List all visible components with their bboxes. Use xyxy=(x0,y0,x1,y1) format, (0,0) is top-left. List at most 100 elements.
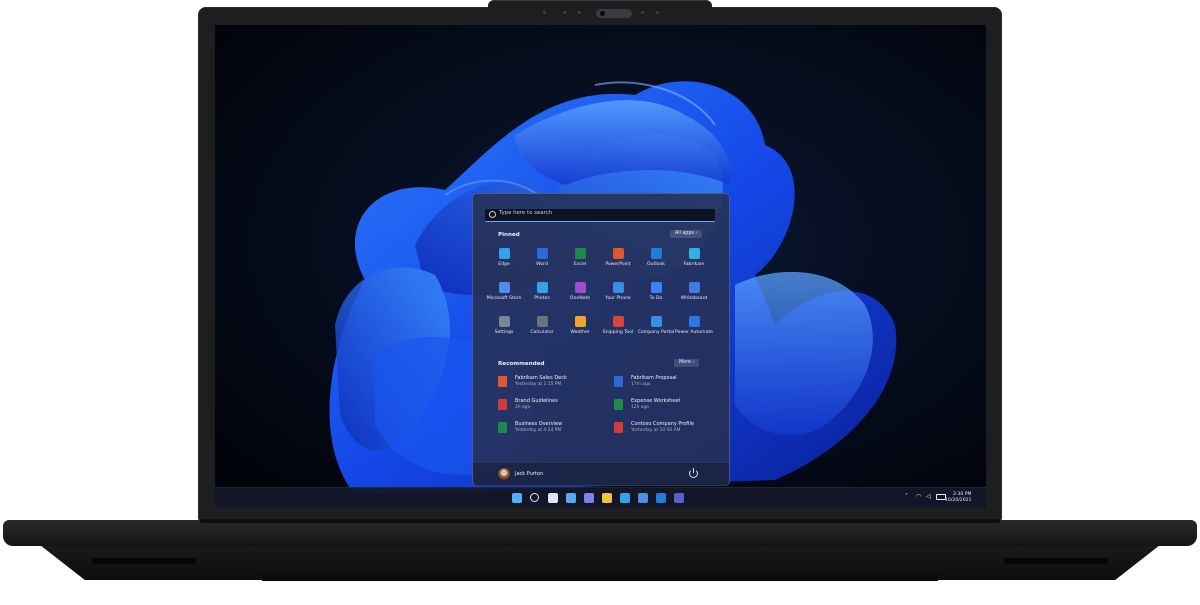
start-search-input[interactable]: Type here to search xyxy=(485,209,715,222)
user-name[interactable]: Jack Purton xyxy=(515,471,543,477)
sensor-dot xyxy=(563,11,566,14)
recommended-file-name: Business Overview xyxy=(515,421,563,427)
laptop-front-edge xyxy=(262,575,938,581)
todo-icon xyxy=(650,282,662,293)
laptop-hinge xyxy=(200,519,1000,523)
pinned-app-settings[interactable]: Settings xyxy=(485,314,523,342)
pinned-app-label: Company Portal xyxy=(637,330,675,335)
teams-chat-icon[interactable] xyxy=(584,493,594,503)
pinned-app-calculator[interactable]: Calculator xyxy=(523,314,561,342)
taskbar-clock[interactable]: 2:30 PM 10/20/2021 xyxy=(945,492,971,504)
user-avatar[interactable] xyxy=(498,468,510,480)
settings-icon xyxy=(498,316,510,327)
pinned-app-weather[interactable]: Weather xyxy=(561,314,599,342)
powerpoint-file-icon xyxy=(498,376,507,387)
recommended-file-time: Yesterday at 10:50 AM xyxy=(631,428,681,433)
pinned-app-edge[interactable]: Edge xyxy=(485,246,523,274)
store-icon[interactable] xyxy=(638,493,648,503)
sensor-dot xyxy=(641,11,644,14)
all-apps-label: All apps xyxy=(675,231,695,236)
windows-start-icon[interactable] xyxy=(512,493,522,503)
chevron-up-icon[interactable]: ˄ xyxy=(905,493,908,500)
volume-icon[interactable]: ◁ xyxy=(926,493,931,500)
user-bar: Jack Purton xyxy=(473,462,729,486)
more-button[interactable]: More › xyxy=(674,359,700,367)
outlook-icon[interactable] xyxy=(656,493,666,503)
word-file-icon xyxy=(614,376,623,387)
pinned-app-label: Fabrikam xyxy=(683,262,705,267)
pinned-app-excel[interactable]: Excel xyxy=(561,246,599,274)
pinned-app-label: Snipping Tool xyxy=(602,330,634,335)
photos-icon xyxy=(536,282,548,293)
edge-icon[interactable] xyxy=(620,493,630,503)
pdf-file-icon xyxy=(498,399,507,410)
pinned-app-todo[interactable]: To Do xyxy=(637,280,675,308)
clock-date: 10/20/2021 xyxy=(945,498,972,503)
recommended-file-time: 12h ago xyxy=(631,405,649,410)
search-icon[interactable] xyxy=(530,493,539,502)
pinned-app-label: Settings xyxy=(494,330,514,335)
recommended-file-time: 2h ago xyxy=(515,405,531,410)
task-view-icon[interactable] xyxy=(548,493,558,503)
recommended-item[interactable]: Brand Guidelines 2h ago xyxy=(498,397,608,415)
outlook-icon xyxy=(650,248,662,259)
webcam xyxy=(596,9,632,18)
pinned-app-snipping[interactable]: Snipping Tool xyxy=(599,314,637,342)
speaker-grille-right xyxy=(1004,558,1108,564)
wifi-icon[interactable]: ◠ xyxy=(916,493,921,500)
pinned-app-label: Outlook xyxy=(647,262,665,267)
all-apps-button[interactable]: All apps › xyxy=(670,230,703,238)
pinned-app-company-portal[interactable]: Company Portal xyxy=(637,314,675,342)
system-tray[interactable]: ˄ ◠ ◁ xyxy=(905,493,946,503)
pinned-app-onenote[interactable]: OneNote xyxy=(561,280,599,308)
recommended-item[interactable]: Fabrikam Sales Deck Yesterday at 1:15 PM xyxy=(498,374,608,392)
start-menu: Type here to search Pinned All apps › Ed… xyxy=(472,193,730,486)
recommended-file-time: Yesterday at 4:24 PM xyxy=(515,428,562,433)
pinned-app-label: Power Automate xyxy=(675,330,713,335)
edge-icon xyxy=(498,248,510,259)
pinned-app-label: Photos xyxy=(534,296,550,301)
store-icon xyxy=(498,282,510,293)
sensor-dot xyxy=(656,11,659,14)
recommended-item[interactable]: Expense Worksheet 12h ago xyxy=(614,397,724,415)
taskbar: ˄ ◠ ◁ 2:30 PM 10/20/2021 xyxy=(215,487,986,508)
pinned-app-label: Calculator xyxy=(530,330,554,335)
pinned-app-label: PowerPoint xyxy=(605,262,631,267)
pdf-file-icon xyxy=(614,422,623,433)
teams-icon[interactable] xyxy=(674,493,684,503)
recommended-item[interactable]: Fabrikam Proposal 17m ago xyxy=(614,374,724,392)
sensor-dot xyxy=(543,11,546,14)
pinned-app-label: OneNote xyxy=(569,296,591,301)
onenote-icon xyxy=(574,282,586,293)
pinned-app-label: Microsoft Store xyxy=(486,296,522,301)
recommended-file-name: Fabrikam Proposal xyxy=(631,375,677,381)
pinned-app-outlook[interactable]: Outlook xyxy=(637,246,675,274)
file-explorer-icon[interactable] xyxy=(602,493,612,503)
pinned-app-power-automate[interactable]: Power Automate xyxy=(675,314,713,342)
excel-file-icon xyxy=(614,399,623,410)
pinned-app-phone[interactable]: Your Phone xyxy=(599,280,637,308)
power-icon[interactable] xyxy=(689,468,698,478)
pinned-app-word[interactable]: Word xyxy=(523,246,561,274)
screen: Type here to search Pinned All apps › Ed… xyxy=(215,25,986,508)
recommended-item[interactable]: Contoso Company Profile Yesterday at 10:5… xyxy=(614,420,724,438)
more-label: More xyxy=(679,360,691,365)
weather-icon xyxy=(574,316,586,327)
pinned-app-fabrikam[interactable]: Fabrikam xyxy=(675,246,713,274)
sensor-dot xyxy=(578,11,581,14)
whiteboard-icon xyxy=(688,282,700,293)
phone-icon xyxy=(612,282,624,293)
pinned-app-store[interactable]: Microsoft Store xyxy=(485,280,523,308)
pinned-app-label: Weather xyxy=(570,330,590,335)
pinned-app-label: Edge xyxy=(498,262,510,267)
recommended-file-name: Contoso Company Profile xyxy=(631,421,694,427)
pinned-app-label: Your Phone xyxy=(605,296,631,301)
recommended-item[interactable]: Business Overview Yesterday at 4:24 PM xyxy=(498,420,608,438)
recommended-file-name: Brand Guidelines xyxy=(515,398,558,404)
pinned-app-whiteboard[interactable]: Whiteboard xyxy=(675,280,713,308)
search-icon xyxy=(489,211,496,218)
pinned-app-powerpoint[interactable]: PowerPoint xyxy=(599,246,637,274)
excel-file-icon xyxy=(498,422,507,433)
pinned-app-photos[interactable]: Photos xyxy=(523,280,561,308)
widgets-icon[interactable] xyxy=(566,493,576,503)
